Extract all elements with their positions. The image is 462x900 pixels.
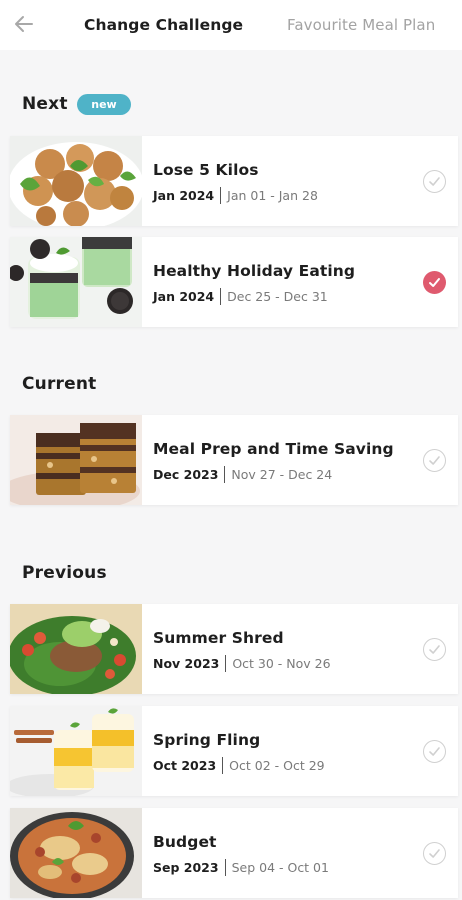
section-title-current: Current (22, 374, 97, 394)
challenge-dates: Jan 2024 Jan 01 - Jan 28 (153, 187, 318, 204)
challenge-month: Dec 2023 (153, 467, 219, 482)
challenge-card[interactable]: Meal Prep and Time Saving Dec 2023 Nov 2… (10, 415, 458, 505)
challenge-card[interactable]: Spring Fling Oct 2023 Oct 02 - Oct 29 (10, 706, 458, 796)
select-checkbox[interactable] (423, 170, 446, 193)
select-checkbox[interactable] (423, 740, 446, 763)
challenge-image (10, 237, 142, 327)
challenge-month: Nov 2023 (153, 656, 220, 671)
divider (222, 757, 224, 774)
checkmark-icon (429, 278, 440, 287)
challenge-dates: Nov 2023 Oct 30 - Nov 26 (153, 655, 331, 672)
challenge-title: Spring Fling (153, 731, 261, 749)
challenge-title: Lose 5 Kilos (153, 161, 259, 179)
challenge-date-range: Sep 04 - Oct 01 (231, 860, 329, 875)
challenge-date-range: Oct 02 - Oct 29 (229, 758, 325, 773)
section-title-previous: Previous (22, 563, 107, 583)
arrow-left-icon (15, 16, 33, 32)
divider (225, 655, 227, 672)
select-checkbox[interactable] (423, 638, 446, 661)
top-bar: Change Challenge Favourite Meal Plan (0, 0, 462, 50)
challenge-image (10, 136, 142, 226)
divider (224, 859, 226, 876)
challenge-title: Budget (153, 833, 217, 851)
challenge-dates: Dec 2023 Nov 27 - Dec 24 (153, 466, 332, 483)
section-title-next: Next (22, 94, 68, 114)
challenge-card[interactable]: Healthy Holiday Eating Jan 2024 Dec 25 -… (10, 237, 458, 327)
challenge-card[interactable]: Lose 5 Kilos Jan 2024 Jan 01 - Jan 28 (10, 136, 458, 226)
challenge-month: Sep 2023 (153, 860, 219, 875)
new-badge: new (77, 94, 131, 115)
challenge-month: Oct 2023 (153, 758, 217, 773)
challenge-date-range: Oct 30 - Nov 26 (232, 656, 331, 671)
checkmark-icon (429, 645, 440, 654)
challenge-title: Meal Prep and Time Saving (153, 440, 394, 458)
challenge-image (10, 808, 142, 898)
challenge-dates: Oct 2023 Oct 02 - Oct 29 (153, 757, 325, 774)
select-checkbox[interactable] (423, 271, 446, 294)
checkmark-icon (429, 456, 440, 465)
challenge-card[interactable]: Budget Sep 2023 Sep 04 - Oct 01 (10, 808, 458, 898)
divider (220, 288, 222, 305)
divider (220, 187, 222, 204)
challenge-image (10, 604, 142, 694)
challenge-image (10, 415, 142, 505)
checkmark-icon (429, 747, 440, 756)
challenge-month: Jan 2024 (153, 289, 215, 304)
challenge-image (10, 706, 142, 796)
challenge-date-range: Nov 27 - Dec 24 (231, 467, 333, 482)
challenge-dates: Sep 2023 Sep 04 - Oct 01 (153, 859, 329, 876)
challenge-card[interactable]: Summer Shred Nov 2023 Oct 30 - Nov 26 (10, 604, 458, 694)
challenge-title: Summer Shred (153, 629, 284, 647)
challenge-title: Healthy Holiday Eating (153, 262, 356, 280)
select-checkbox[interactable] (423, 449, 446, 472)
challenge-date-range: Dec 25 - Dec 31 (227, 289, 328, 304)
challenge-dates: Jan 2024 Dec 25 - Dec 31 (153, 288, 328, 305)
challenge-date-range: Jan 01 - Jan 28 (227, 188, 318, 203)
back-button[interactable] (12, 12, 36, 36)
checkmark-icon (429, 177, 440, 186)
challenge-month: Jan 2024 (153, 188, 215, 203)
checkmark-icon (429, 849, 440, 858)
divider (224, 466, 226, 483)
tab-change-challenge[interactable]: Change Challenge (84, 16, 243, 34)
select-checkbox[interactable] (423, 842, 446, 865)
tab-favourite-meal-plan[interactable]: Favourite Meal Plan (287, 16, 435, 34)
